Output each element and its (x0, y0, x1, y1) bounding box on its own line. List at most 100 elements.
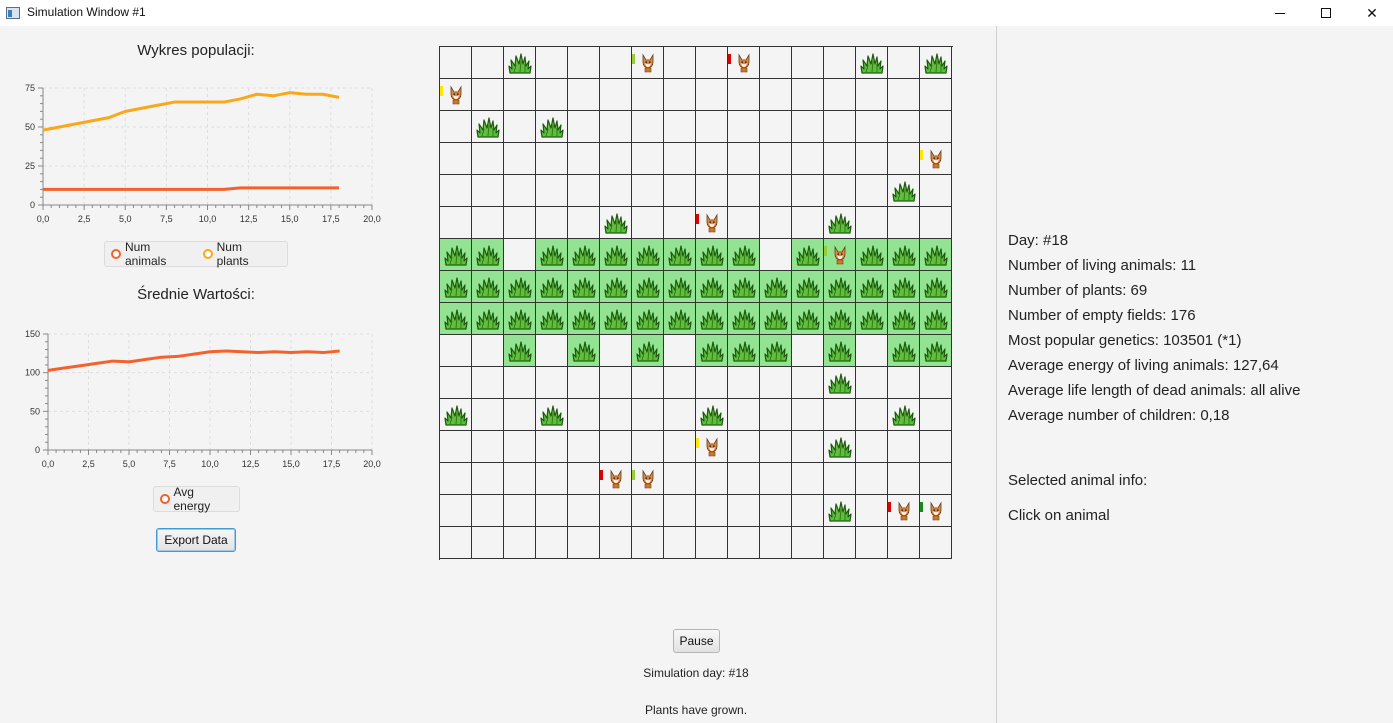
grid-cell[interactable] (760, 175, 792, 207)
minimize-button[interactable] (1257, 0, 1303, 26)
grid-cell[interactable] (728, 79, 760, 111)
grid-cell[interactable] (440, 303, 472, 335)
grid-cell[interactable] (792, 303, 824, 335)
grid-cell[interactable] (600, 367, 632, 399)
grid-cell[interactable] (472, 271, 504, 303)
grid-cell[interactable] (472, 47, 504, 79)
grid-cell[interactable] (472, 367, 504, 399)
grid-cell[interactable] (600, 207, 632, 239)
grid-cell[interactable] (792, 463, 824, 495)
grid-cell[interactable] (440, 399, 472, 431)
grid-cell[interactable] (568, 79, 600, 111)
grid-cell[interactable] (824, 463, 856, 495)
grid-cell[interactable] (888, 143, 920, 175)
grid-cell[interactable] (664, 431, 696, 463)
grid-cell[interactable] (920, 335, 952, 367)
grid-cell[interactable] (632, 431, 664, 463)
grid-cell[interactable] (632, 399, 664, 431)
grid-cell[interactable] (632, 367, 664, 399)
grid-cell[interactable] (568, 239, 600, 271)
grid-cell[interactable] (824, 271, 856, 303)
grid-cell[interactable] (600, 335, 632, 367)
grid-cell[interactable] (760, 495, 792, 527)
grid-cell[interactable] (472, 527, 504, 559)
grid-cell[interactable] (440, 175, 472, 207)
grid-cell[interactable] (536, 47, 568, 79)
grid-cell[interactable] (600, 463, 632, 495)
grid-cell[interactable] (664, 463, 696, 495)
grid-cell[interactable] (856, 367, 888, 399)
grid-cell[interactable] (856, 303, 888, 335)
close-button[interactable]: ✕ (1349, 0, 1393, 26)
grid-cell[interactable] (568, 111, 600, 143)
grid-cell[interactable] (696, 271, 728, 303)
grid-cell[interactable] (728, 239, 760, 271)
grid-cell[interactable] (600, 495, 632, 527)
fox-animal-icon[interactable] (640, 469, 656, 494)
grid-cell[interactable] (568, 527, 600, 559)
grid-cell[interactable] (536, 175, 568, 207)
grid-cell[interactable] (664, 271, 696, 303)
fox-animal-icon[interactable] (832, 245, 848, 270)
grid-cell[interactable] (696, 431, 728, 463)
grid-cell[interactable] (536, 143, 568, 175)
grid-cell[interactable] (696, 335, 728, 367)
grid-cell[interactable] (920, 79, 952, 111)
grid-cell[interactable] (856, 175, 888, 207)
grid-cell[interactable] (792, 367, 824, 399)
fox-animal-icon[interactable] (640, 53, 656, 78)
grid-cell[interactable] (600, 111, 632, 143)
grid-cell[interactable] (760, 239, 792, 271)
grid-cell[interactable] (824, 47, 856, 79)
grid-cell[interactable] (536, 239, 568, 271)
grid-cell[interactable] (760, 143, 792, 175)
grid-cell[interactable] (920, 47, 952, 79)
grid-cell[interactable] (792, 79, 824, 111)
grid-cell[interactable] (440, 79, 472, 111)
grid-cell[interactable] (728, 207, 760, 239)
grid-cell[interactable] (504, 111, 536, 143)
grid-cell[interactable] (728, 111, 760, 143)
grid-cell[interactable] (664, 47, 696, 79)
grid-cell[interactable] (536, 495, 568, 527)
grid-cell[interactable] (664, 207, 696, 239)
grid-cell[interactable] (632, 303, 664, 335)
grid-cell[interactable] (856, 527, 888, 559)
maximize-button[interactable] (1303, 0, 1349, 26)
grid-cell[interactable] (696, 367, 728, 399)
export-data-button[interactable]: Export Data (156, 528, 236, 552)
grid-cell[interactable] (568, 175, 600, 207)
grid-cell[interactable] (440, 335, 472, 367)
grid-cell[interactable] (664, 303, 696, 335)
grid-cell[interactable] (600, 143, 632, 175)
grid-cell[interactable] (824, 495, 856, 527)
grid-cell[interactable] (920, 271, 952, 303)
grid-cell[interactable] (920, 367, 952, 399)
grid-cell[interactable] (760, 111, 792, 143)
grid-cell[interactable] (504, 175, 536, 207)
grid-cell[interactable] (472, 431, 504, 463)
simulation-grid[interactable] (439, 46, 953, 560)
grid-cell[interactable] (440, 495, 472, 527)
grid-cell[interactable] (920, 495, 952, 527)
grid-cell[interactable] (824, 207, 856, 239)
grid-cell[interactable] (792, 431, 824, 463)
grid-cell[interactable] (696, 463, 728, 495)
grid-cell[interactable] (888, 79, 920, 111)
grid-cell[interactable] (696, 175, 728, 207)
grid-cell[interactable] (760, 47, 792, 79)
grid-cell[interactable] (728, 47, 760, 79)
grid-cell[interactable] (568, 367, 600, 399)
fox-animal-icon[interactable] (704, 213, 720, 238)
grid-cell[interactable] (632, 207, 664, 239)
grid-cell[interactable] (504, 207, 536, 239)
grid-cell[interactable] (440, 431, 472, 463)
grid-cell[interactable] (504, 431, 536, 463)
grid-cell[interactable] (472, 143, 504, 175)
grid-cell[interactable] (856, 335, 888, 367)
grid-cell[interactable] (696, 527, 728, 559)
grid-cell[interactable] (888, 431, 920, 463)
grid-cell[interactable] (632, 463, 664, 495)
grid-cell[interactable] (568, 143, 600, 175)
grid-cell[interactable] (760, 527, 792, 559)
